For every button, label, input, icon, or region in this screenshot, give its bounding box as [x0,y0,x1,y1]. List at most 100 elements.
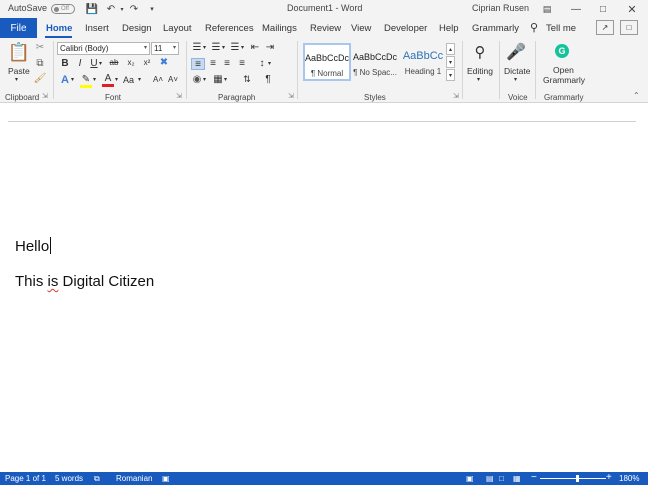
highlight-dropdown-icon[interactable]: ▾ [93,76,96,83]
user-name[interactable]: Ciprian Rusen [472,3,529,13]
show-formatting-button[interactable]: ¶ [262,74,274,85]
cut-icon[interactable]: ✂ [35,42,45,53]
redo-icon[interactable]: ↷ [127,2,141,16]
bullets-icon[interactable]: ☰ [191,42,203,53]
customize-toolbar-icon[interactable]: ▾ [145,2,159,16]
tab-developer[interactable]: Developer [384,23,427,34]
read-mode-icon[interactable]: ▤ [486,474,494,483]
format-painter-icon[interactable]: 🖌 [34,73,47,84]
clear-formatting-icon[interactable]: ✖ [158,57,170,68]
word-count[interactable]: 5 words [55,474,83,483]
borders-dropdown-icon[interactable]: ▾ [224,76,227,83]
superscript-button[interactable]: x² [141,58,153,67]
bullets-dropdown-icon[interactable]: ▾ [203,44,206,51]
tell-me-search[interactable]: Tell me [546,23,576,34]
tab-grammarly[interactable]: Grammarly [472,23,519,34]
misspelled-word[interactable]: is [48,273,59,290]
tab-insert[interactable]: Insert [85,23,109,34]
print-layout-icon[interactable]: □ [499,474,504,483]
text-effects-icon[interactable]: A [59,74,71,86]
multilevel-dropdown-icon[interactable]: ▾ [241,44,244,51]
borders-icon[interactable]: ▦ [212,74,224,85]
share-icon[interactable]: ↗ [596,20,614,35]
decrease-indent-icon[interactable]: ⇤ [249,42,261,53]
open-grammarly-label-1[interactable]: Open [553,65,574,75]
zoom-level[interactable]: 180% [619,474,639,483]
font-launcher-icon[interactable]: ⇲ [176,92,182,100]
sort-icon[interactable]: ⇅ [241,74,253,85]
zoom-slider-thumb[interactable] [576,475,579,482]
document-line-2[interactable]: This is Digital Citizen [15,273,154,290]
styles-scroll-up-icon[interactable]: ▴ [446,43,455,55]
paragraph-launcher-icon[interactable]: ⇲ [288,92,294,100]
minimize-icon[interactable]: — [569,2,583,16]
web-layout-icon[interactable]: ▦ [513,474,521,483]
numbering-icon[interactable]: ☰ [210,42,222,53]
change-case-dropdown-icon[interactable]: ▾ [138,76,141,83]
collapse-ribbon-icon[interactable]: ⌃ [633,91,640,100]
strikethrough-button[interactable]: ab [108,58,120,67]
tab-layout[interactable]: Layout [163,23,192,34]
line-spacing-icon[interactable]: ↕ [256,58,268,69]
font-size-combo[interactable]: 11 ▾ [151,42,179,55]
ribbon-display-icon[interactable]: ▤ [540,2,554,16]
style-heading-1[interactable]: AaBbCc Heading 1 [399,43,447,81]
justify-icon[interactable]: ≡ [236,58,248,69]
multilevel-list-icon[interactable]: ☰ [229,42,241,53]
tab-design[interactable]: Design [122,23,152,34]
paste-icon[interactable]: 📋 [8,41,30,63]
proofing-icon[interactable]: ⧉ [94,474,100,484]
numbering-dropdown-icon[interactable]: ▾ [222,44,225,51]
align-left-icon[interactable]: ≡ [191,58,205,70]
accessibility-icon[interactable]: ▣ [162,474,170,483]
focus-mode-icon[interactable]: ▣ [466,474,474,483]
font-color-icon[interactable]: A [102,73,114,87]
italic-button[interactable]: I [75,58,85,69]
page-count[interactable]: Page 1 of 1 [5,474,46,483]
clipboard-launcher-icon[interactable]: ⇲ [42,92,48,100]
autosave-toggle[interactable]: Off [51,4,75,14]
document-line-1[interactable]: Hello [15,237,52,255]
bold-button[interactable]: B [60,58,70,69]
underline-button[interactable]: U [89,58,99,69]
line-spacing-dropdown-icon[interactable]: ▾ [268,60,271,67]
styles-more-icon[interactable]: ▾ [446,69,455,81]
zoom-slider[interactable] [540,478,606,479]
styles-launcher-icon[interactable]: ⇲ [453,92,459,100]
shrink-font-button[interactable]: A˅ [168,75,178,84]
align-center-icon[interactable]: ≡ [207,58,219,69]
document-canvas[interactable]: Hello This is Digital Citizen [0,104,648,472]
microphone-icon[interactable]: 🎤 [506,41,526,63]
change-case-button[interactable]: Aa [123,75,134,85]
subscript-button[interactable]: x₂ [125,58,137,67]
style-normal[interactable]: AaBbCcDc ¶ Normal [303,43,351,81]
tab-review[interactable]: Review [310,23,341,34]
underline-dropdown-icon[interactable]: ▾ [99,60,102,67]
font-color-dropdown-icon[interactable]: ▾ [115,76,118,83]
tab-help[interactable]: Help [439,23,459,34]
tab-mailings[interactable]: Mailings [262,23,297,34]
save-icon[interactable]: 💾 [85,2,99,16]
shading-icon[interactable]: ◉ [191,74,203,85]
font-name-combo[interactable]: Calibri (Body) ▾ [57,42,150,55]
grow-font-button[interactable]: A˄ [153,75,163,84]
comments-icon[interactable]: □ [620,20,638,35]
tab-view[interactable]: View [351,23,371,34]
dictate-button[interactable]: Dictate [504,66,530,76]
editing-button[interactable]: Editing [467,66,493,76]
zoom-in-button[interactable]: + [606,472,612,483]
editing-dropdown-icon[interactable]: ▾ [477,76,480,83]
grammarly-icon[interactable]: G [555,44,569,58]
dictate-dropdown-icon[interactable]: ▾ [514,76,517,83]
increase-indent-icon[interactable]: ⇥ [264,42,276,53]
lightbulb-search-icon[interactable]: ⚲ [530,21,538,34]
paste-dropdown-icon[interactable]: ▾ [15,76,18,83]
copy-icon[interactable]: ⧉ [35,58,45,69]
tab-file[interactable]: File [0,18,37,38]
text-effects-dropdown-icon[interactable]: ▾ [71,76,74,83]
editing-search-icon[interactable]: ⚲ [470,42,490,62]
close-icon[interactable]: ✕ [625,2,639,16]
maximize-icon[interactable]: □ [596,2,610,16]
tab-references[interactable]: References [205,23,254,34]
align-right-icon[interactable]: ≡ [221,58,233,69]
